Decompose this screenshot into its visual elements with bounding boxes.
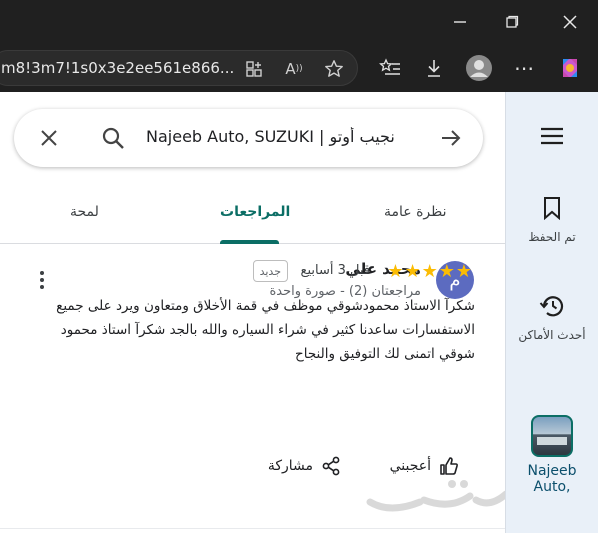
browser-toolbar: m8!3m7!1s0x3e2ee561e866... A)) ⋯ <box>0 44 598 92</box>
tab-about[interactable]: لمحة <box>70 204 99 220</box>
review-time: قبل 3 أسابيع <box>300 263 370 278</box>
place-label-line2: Auto, <box>533 479 571 495</box>
directions-arrow-icon[interactable] <box>438 125 464 151</box>
app-available-icon[interactable] <box>243 58 265 80</box>
share-label: مشاركة <box>267 458 313 474</box>
menu-button[interactable] <box>506 126 598 150</box>
downloads-icon[interactable] <box>420 54 448 82</box>
profile-avatar-icon[interactable] <box>465 54 493 82</box>
sidebar-item-place[interactable]: Najeeb Auto, <box>506 415 598 495</box>
search-input[interactable]: نجيب أوتو | Najeeb Auto, SUZUKI <box>146 127 406 146</box>
new-badge: جديد <box>252 260 288 282</box>
favorites-list-icon[interactable] <box>376 54 404 82</box>
sidebar-item-recent[interactable]: أحدث الأماكن <box>506 294 598 342</box>
share-button[interactable]: مشاركة <box>268 456 341 476</box>
minimize-icon[interactable] <box>440 6 480 38</box>
star-rating: ★★★★★ <box>387 261 473 282</box>
copilot-icon[interactable] <box>556 54 584 82</box>
place-label-line1: Najeeb <box>527 463 577 479</box>
favorite-star-icon[interactable] <box>323 58 345 80</box>
history-icon <box>539 296 564 317</box>
place-tabs: نظرة عامة المراجعات لمحة <box>0 192 505 244</box>
close-search-icon[interactable] <box>36 125 62 151</box>
place-thumbnail <box>531 415 573 457</box>
tab-overview[interactable]: نظرة عامة <box>384 204 447 220</box>
maps-sidebar: تم الحفظ أحدث الأماكن Najeeb Auto, <box>505 92 598 533</box>
url-text[interactable]: m8!3m7!1s0x3e2ee561e866... <box>1 59 233 77</box>
maps-page: نجيب أوتو | Najeeb Auto, SUZUKI نظرة عام… <box>0 92 598 533</box>
read-aloud-icon[interactable]: A)) <box>283 58 305 80</box>
search-icon[interactable] <box>100 125 126 151</box>
maximize-icon[interactable] <box>492 6 532 38</box>
search-box[interactable]: نجيب أوتو | Najeeb Auto, SUZUKI <box>14 109 483 167</box>
more-vert-icon[interactable] <box>34 268 50 292</box>
tab-reviews[interactable]: المراجعات <box>220 204 290 220</box>
sidebar-label-saved: تم الحفظ <box>528 230 576 244</box>
site-watermark <box>360 470 510 530</box>
hamburger-menu-icon <box>541 127 563 145</box>
share-icon <box>322 456 340 476</box>
sidebar-label-recent: أحدث الأماكن <box>518 328 586 342</box>
title-bar <box>0 0 598 44</box>
active-tab-indicator <box>220 240 279 244</box>
sidebar-item-saved[interactable]: تم الحفظ <box>506 196 598 244</box>
review-text: شكرآ الاستاذ محمودشوقي موظف في قمة الأخل… <box>56 298 475 362</box>
more-options-icon[interactable]: ⋯ <box>510 54 538 82</box>
bookmark-icon <box>544 197 560 221</box>
close-icon[interactable] <box>550 6 590 38</box>
address-bar[interactable]: m8!3m7!1s0x3e2ee561e866... A)) <box>0 50 358 86</box>
place-panel: نجيب أوتو | Najeeb Auto, SUZUKI نظرة عام… <box>0 92 510 533</box>
